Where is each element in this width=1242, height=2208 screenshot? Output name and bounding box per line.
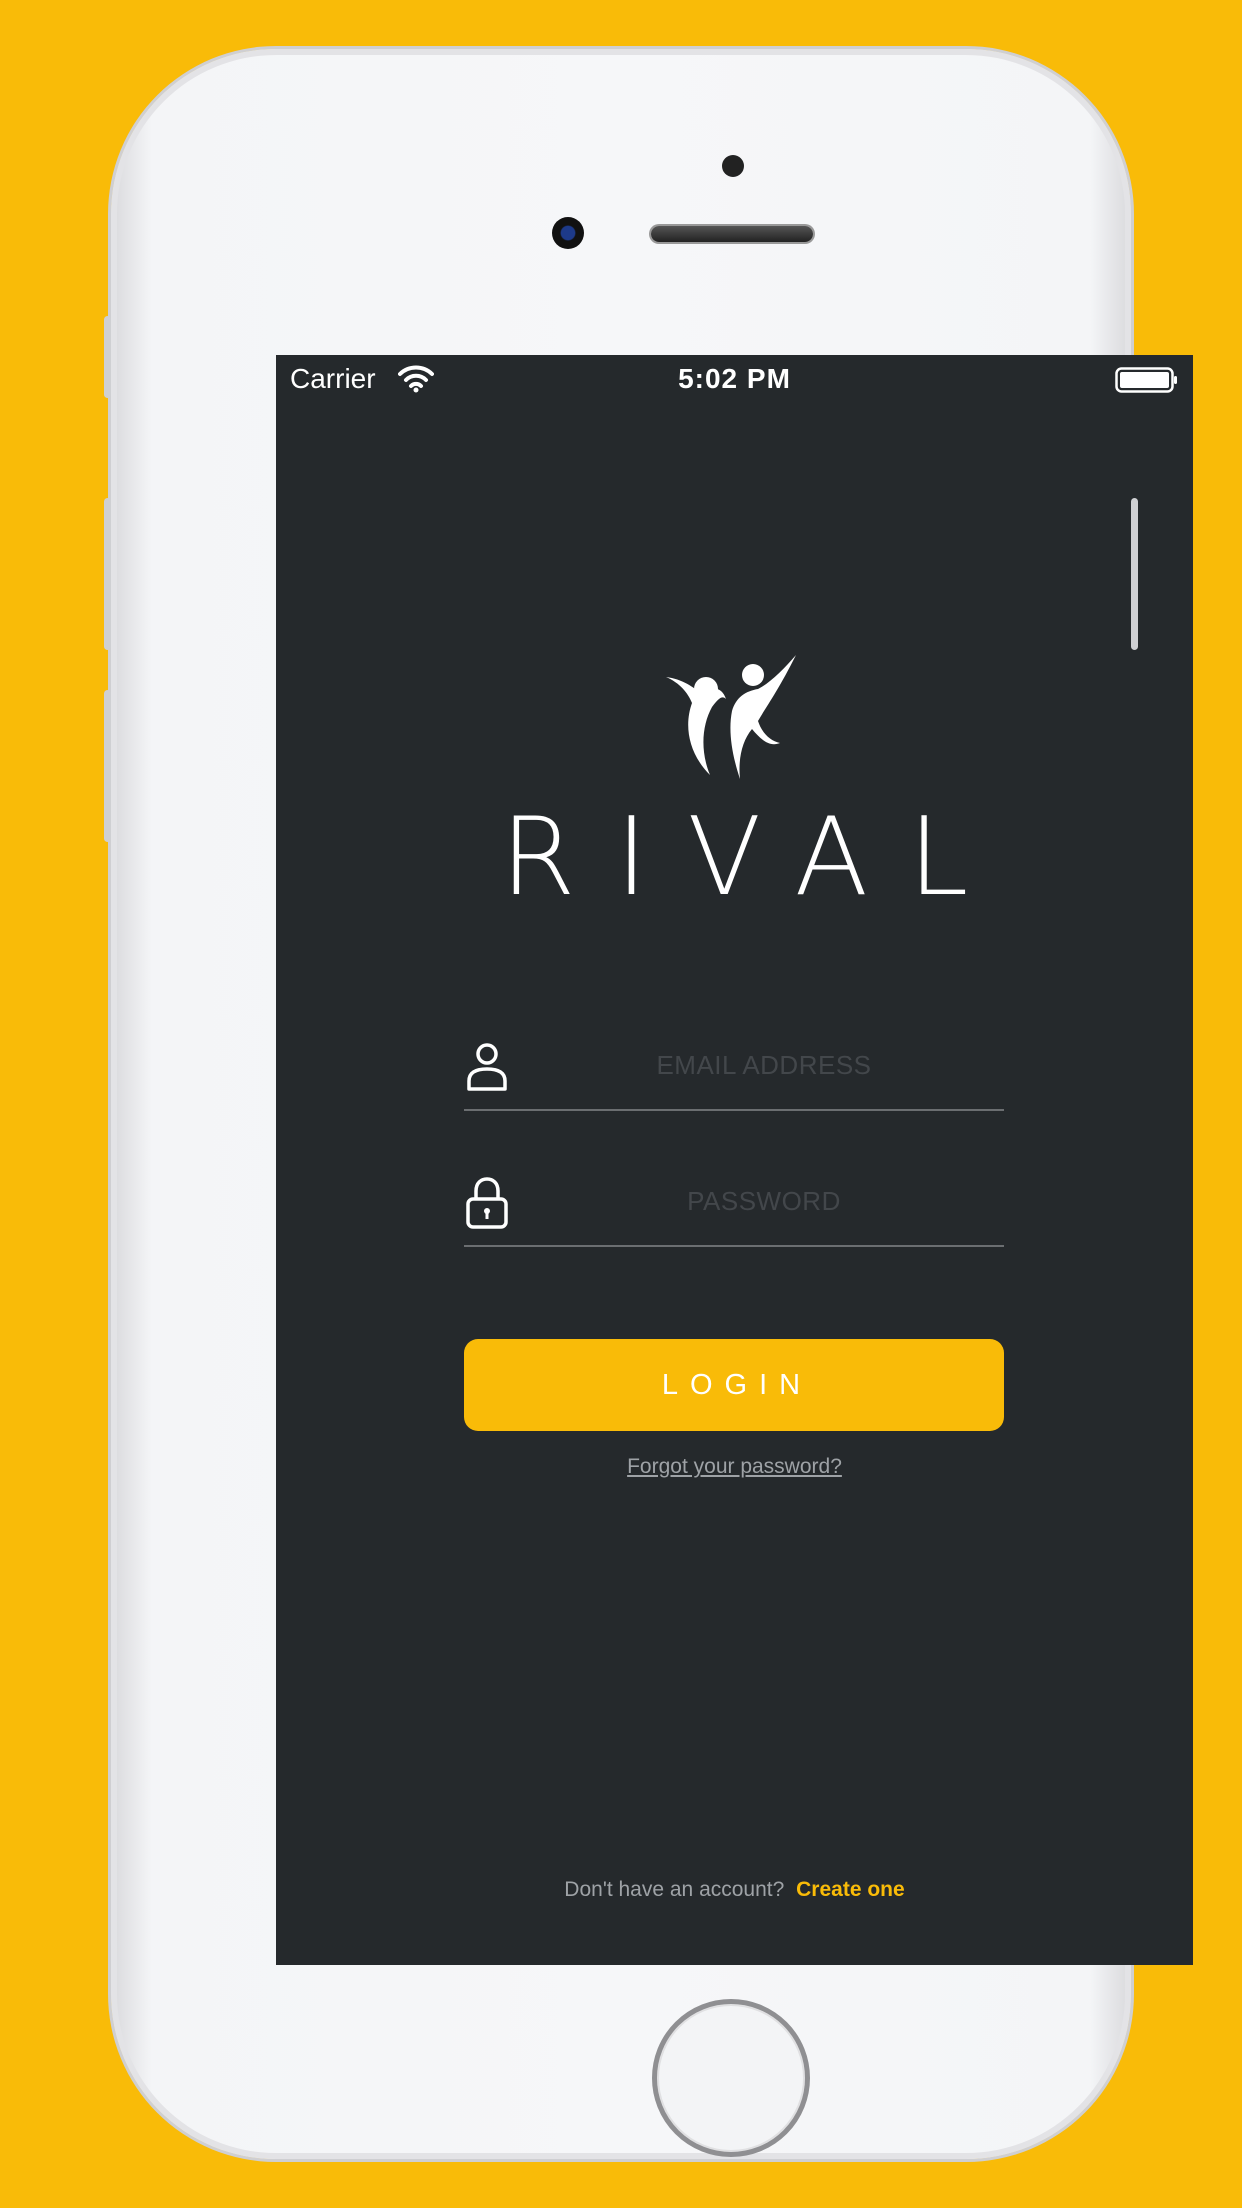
volume-up-button [104, 498, 111, 650]
email-input[interactable] [524, 1039, 1004, 1091]
user-icon [467, 1043, 507, 1091]
status-time: 5:02 PM [678, 363, 791, 394]
login-button[interactable]: LOGIN [464, 1339, 1004, 1431]
mute-switch [104, 316, 111, 398]
signup-prompt: Don't have an account? Create one [276, 1878, 1193, 1902]
lock-icon [466, 1177, 508, 1229]
rival-logo-icon [666, 655, 796, 779]
signup-prompt-text: Don't have an account? [564, 1878, 785, 1901]
earpiece-speaker [651, 226, 813, 242]
front-camera [552, 217, 584, 249]
status-bar: Carrier 5:02 PM [276, 355, 1193, 405]
phone-frame: Carrier 5:02 PM RIVAL EMAIL ADDRESS LOGI… [111, 49, 1193, 2159]
password-field [464, 1165, 1004, 1247]
create-account-link[interactable]: Create one [796, 1878, 905, 1901]
power-button [1131, 498, 1138, 650]
brand-wordmark: RIVAL [500, 795, 1009, 920]
home-button[interactable] [652, 1999, 810, 2157]
app-screen: Carrier 5:02 PM RIVAL EMAIL ADDRESS LOGI… [276, 355, 1193, 1965]
forgot-password-row: Forgot your password? [276, 1455, 1193, 1479]
forgot-password-link[interactable]: Forgot your password? [627, 1455, 842, 1478]
volume-down-button [104, 690, 111, 842]
email-field [464, 1029, 1004, 1111]
battery-icon [1115, 367, 1177, 393]
proximity-sensor [722, 155, 744, 177]
password-input[interactable] [524, 1175, 1004, 1227]
